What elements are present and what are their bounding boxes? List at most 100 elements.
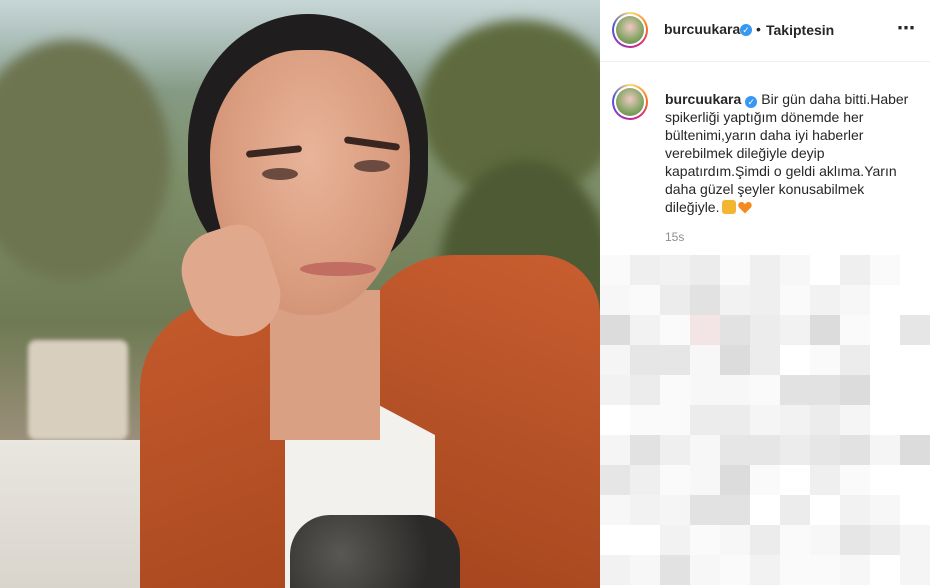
mosaic-pixel [780,315,810,345]
mosaic-pixel [900,435,930,465]
mosaic-pixel [630,555,660,585]
mosaic-pixel [600,345,630,375]
mosaic-pixel [720,375,750,405]
mosaic-pixel [810,405,840,435]
mosaic-pixel [600,465,630,495]
mosaic-pixel [630,285,660,315]
mosaic-pixel [840,465,870,495]
mosaic-pixel [630,405,660,435]
mosaic-pixel [720,495,750,525]
mosaic-pixel [870,435,900,465]
post-caption: burcuukara ✓ Bir gün daha bitti.Haber spik… [665,90,910,216]
mosaic-pixel [780,255,810,285]
mosaic-pixel [780,405,810,435]
post-photo[interactable] [0,0,600,588]
mosaic-pixel [750,315,780,345]
more-options-icon[interactable]: ⋯ [897,18,916,39]
mosaic-pixel [810,255,840,285]
post-timestamp[interactable]: 15s [665,230,684,244]
mosaic-pixel [870,315,900,345]
mosaic-pixel [660,405,690,435]
mosaic-pixel [780,435,810,465]
mosaic-pixel [690,405,720,435]
mosaic-pixel [900,345,930,375]
mosaic-pixel [690,495,720,525]
mosaic-pixel [810,315,840,345]
verified-badge-icon: ✓ [740,24,752,36]
mosaic-pixel [600,315,630,345]
mosaic-pixel [840,555,870,585]
mosaic-pixel [630,435,660,465]
mosaic-pixel [870,465,900,495]
mosaic-pixel [660,435,690,465]
mosaic-pixel [750,405,780,435]
caption-username[interactable]: burcuukara [665,91,741,107]
mosaic-pixel [720,435,750,465]
mosaic-pixel [600,285,630,315]
orange-heart-icon [738,202,753,214]
author-username[interactable]: burcuukara [664,21,740,37]
mosaic-pixel [870,405,900,435]
mosaic-pixel [660,465,690,495]
author-avatar[interactable] [612,12,648,48]
mosaic-pixel [780,495,810,525]
mosaic-pixel [600,555,630,585]
mosaic-pixel [630,465,660,495]
mosaic-pixel [900,285,930,315]
mosaic-pixel [900,495,930,525]
mosaic-pixel [690,435,720,465]
mosaic-pixel [870,495,900,525]
mosaic-pixel [840,435,870,465]
mosaic-pixel [810,525,840,555]
mosaic-pixel [840,315,870,345]
mosaic-pixel [750,345,780,375]
avatar-image [616,88,644,116]
mosaic-pixel [630,375,660,405]
mosaic-pixel [870,555,900,585]
mosaic-pixel [750,375,780,405]
mosaic-pixel [630,525,660,555]
mosaic-pixel [720,405,750,435]
folded-hands-icon [722,200,737,214]
mosaic-pixel [840,345,870,375]
caption-avatar[interactable] [612,84,648,120]
separator-dot: • [756,21,761,37]
mosaic-pixel [690,345,720,375]
mosaic-pixel [750,285,780,315]
mosaic-pixel [900,555,930,585]
mosaic-pixel [840,285,870,315]
mosaic-pixel [690,465,720,495]
mosaic-pixel [810,555,840,585]
mosaic-pixel [810,345,840,375]
mosaic-pixel [780,345,810,375]
mosaic-pixel [750,555,780,585]
mosaic-pixel [630,315,660,345]
mosaic-pixel [810,285,840,315]
mosaic-pixel [660,555,690,585]
mosaic-pixel [840,495,870,525]
left-eye [262,168,298,180]
mosaic-pixel [660,525,690,555]
mosaic-pixel [750,495,780,525]
following-status-button[interactable]: Takiptesin [766,22,834,38]
mosaic-pixel [630,255,660,285]
background-chair [28,340,128,440]
mosaic-pixel [720,555,750,585]
mosaic-pixel [840,255,870,285]
mosaic-pixel [720,345,750,375]
mosaic-pixel [720,285,750,315]
mosaic-pixel [810,375,840,405]
mosaic-pixel [660,315,690,345]
mosaic-pixel [840,405,870,435]
mosaic-pixel [900,465,930,495]
mosaic-pixel [780,375,810,405]
mosaic-pixel [660,375,690,405]
mosaic-pixel [780,285,810,315]
caption-text: Bir gün daha bitti.Haber spikerliği yapt… [665,91,909,215]
mosaic-pixel [660,495,690,525]
mosaic-pixel [810,465,840,495]
mosaic-pixel [750,255,780,285]
mosaic-pixel [600,435,630,465]
mosaic-pixel [630,495,660,525]
blurred-comments-area [600,245,930,588]
